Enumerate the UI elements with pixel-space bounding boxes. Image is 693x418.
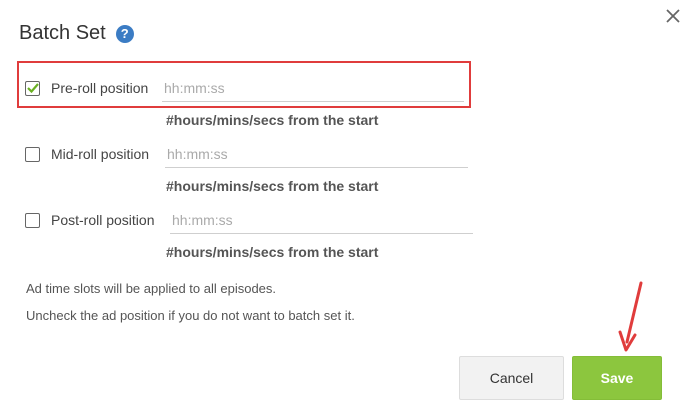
dialog-title: Batch Set [19, 22, 106, 44]
pre-roll-hint: #hours/mins/secs from the start [166, 112, 379, 128]
mid-roll-time-input[interactable] [165, 141, 468, 168]
close-icon[interactable] [663, 6, 683, 26]
arrow-annotation-icon [618, 281, 643, 352]
note-applied-all: Ad time slots will be applied to all epi… [26, 281, 277, 296]
mid-roll-hint: #hours/mins/secs from the start [166, 178, 379, 194]
post-roll-label: Post-roll position [51, 212, 155, 228]
mid-roll-checkbox[interactable] [25, 147, 40, 162]
post-roll-hint: #hours/mins/secs from the start [166, 244, 379, 260]
dialog-header: Batch Set ? [19, 22, 134, 45]
pre-roll-checkbox[interactable] [25, 81, 40, 96]
question-circle-icon[interactable]: ? [115, 24, 134, 43]
batch-set-dialog: Batch Set ? Pre-roll position #hours/min… [0, 0, 693, 418]
checkmark-icon [27, 83, 39, 94]
cancel-button[interactable]: Cancel [459, 356, 564, 400]
post-roll-time-input[interactable] [170, 207, 473, 234]
post-roll-checkbox[interactable] [25, 213, 40, 228]
pre-roll-label: Pre-roll position [51, 80, 149, 96]
pre-roll-time-input[interactable] [162, 75, 464, 102]
note-uncheck: Uncheck the ad position if you do not wa… [26, 308, 355, 323]
save-button[interactable]: Save [572, 356, 662, 400]
mid-roll-label: Mid-roll position [51, 146, 150, 162]
